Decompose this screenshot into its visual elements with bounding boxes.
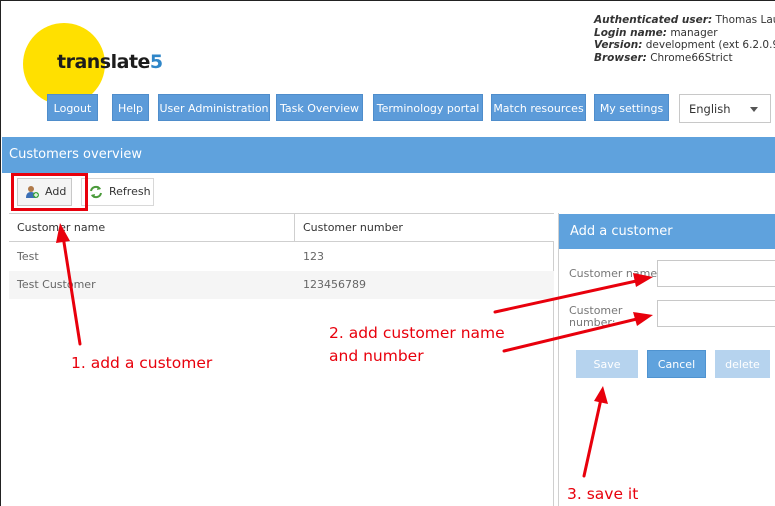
app-window: translate5 Authenticated user: Thomas La… <box>0 0 775 506</box>
annotation-step3: 3. save it <box>567 485 639 503</box>
arrow-step3 <box>582 397 603 478</box>
annotation-step1: 1. add a customer <box>71 354 213 372</box>
annotation-arrows <box>56 223 653 478</box>
arrow-step2-number <box>502 316 643 353</box>
arrowhead-step2-number <box>633 312 653 326</box>
annotation-step2-line2: and number <box>329 347 424 365</box>
arrowhead-step1 <box>56 223 70 243</box>
arrow-step2-name <box>493 278 643 314</box>
arrowhead-step2-name <box>633 273 653 287</box>
annotation-step2-line1: 2. add customer name <box>329 324 505 342</box>
arrowhead-step3 <box>594 386 608 404</box>
arrow-step1 <box>61 234 82 346</box>
